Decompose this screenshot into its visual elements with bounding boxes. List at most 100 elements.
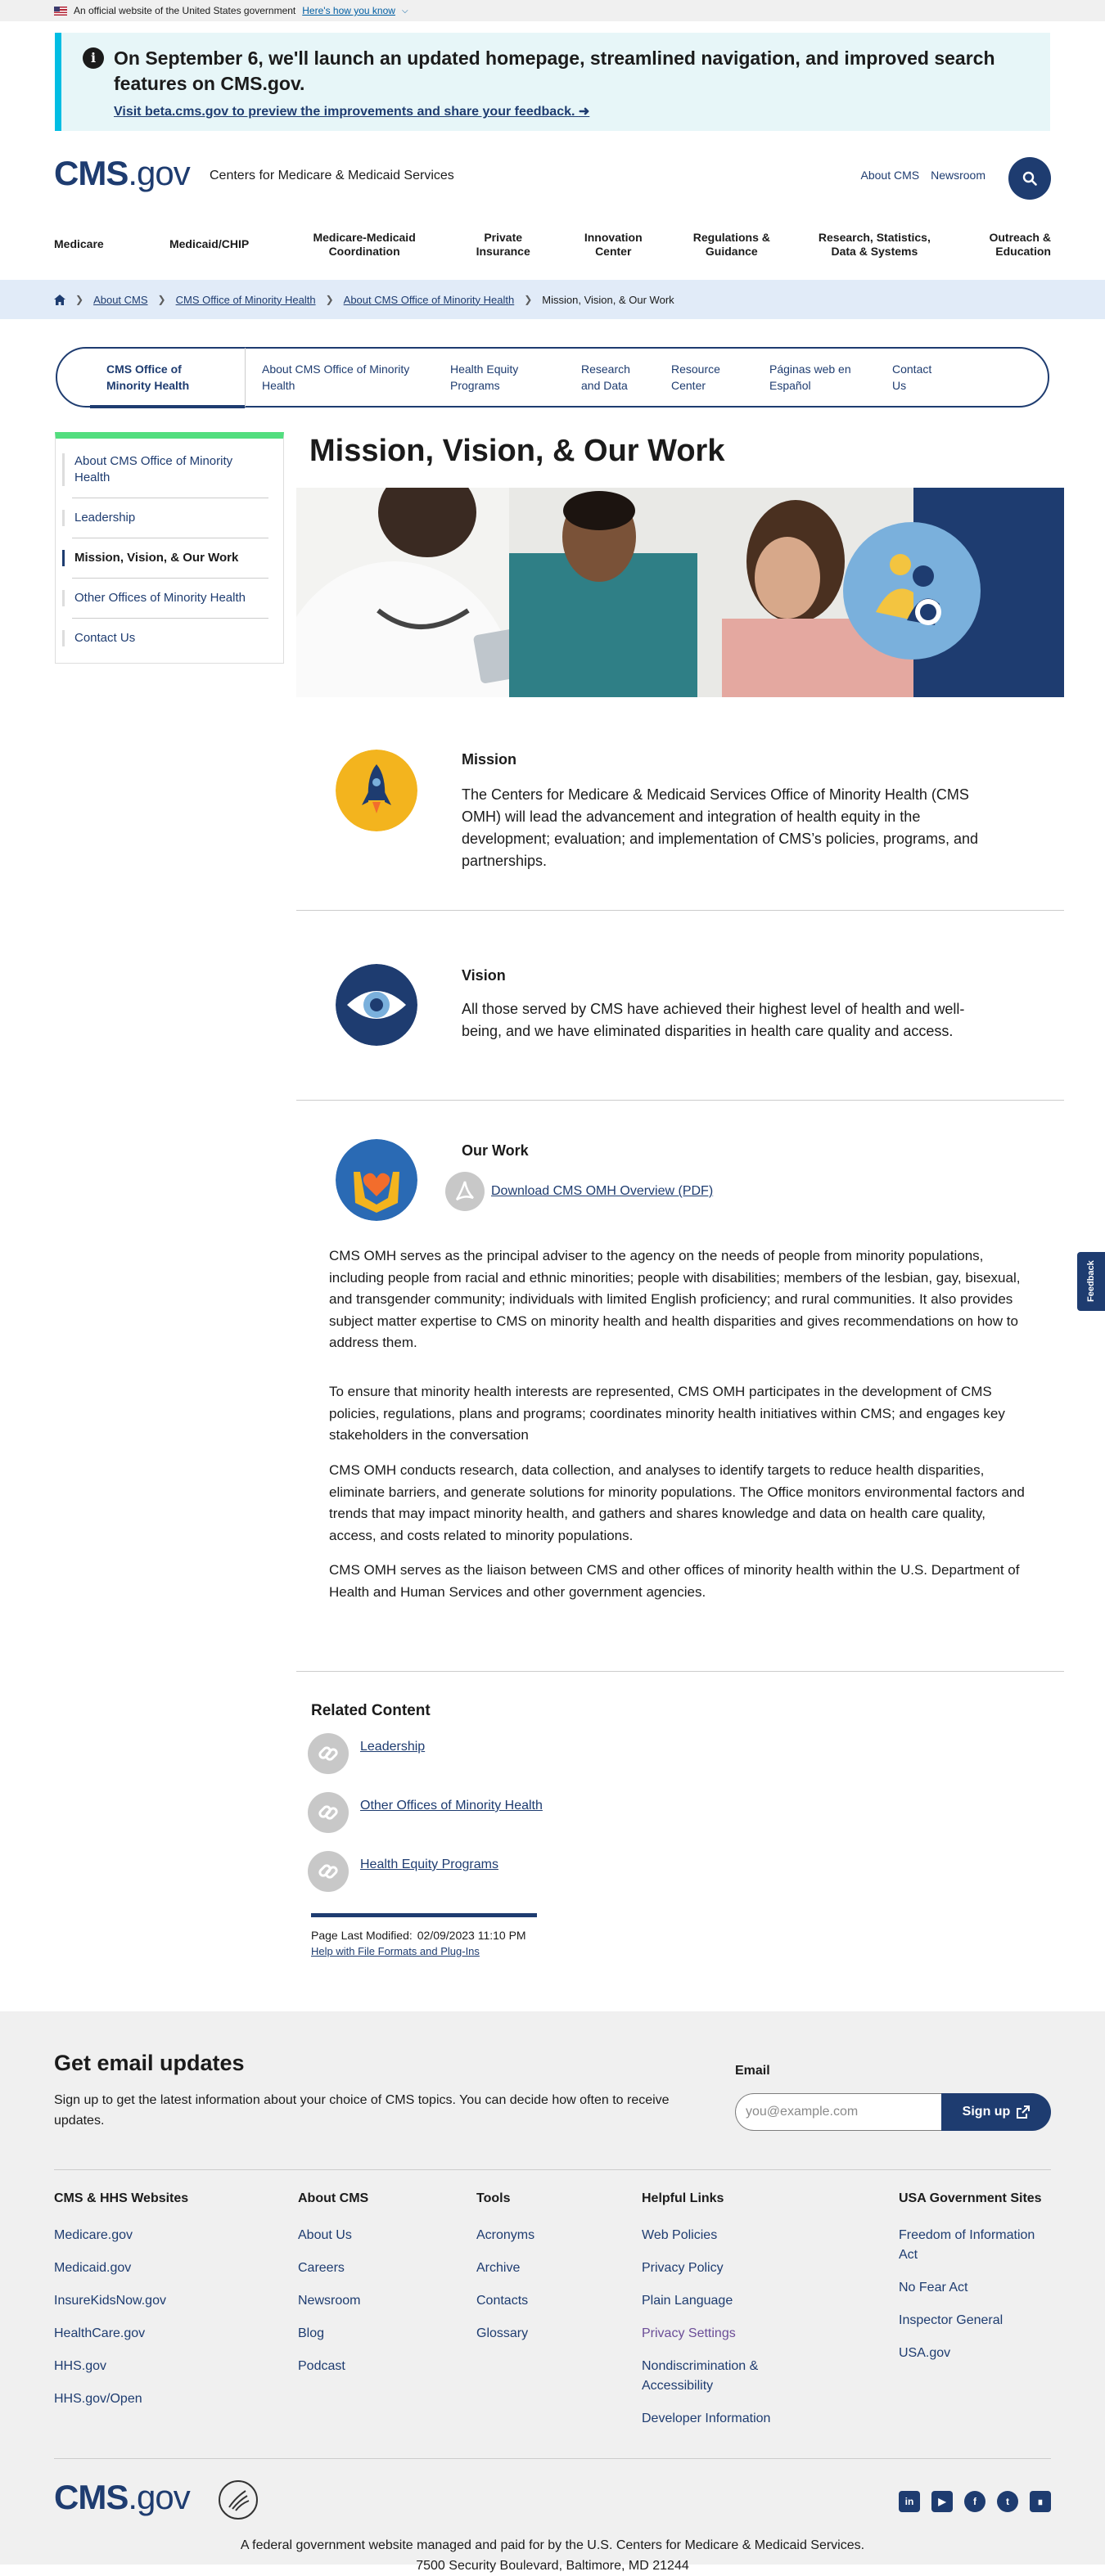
side-nav-contact[interactable]: Contact Us <box>62 630 268 646</box>
modified-date: 02/09/2023 11:10 PM <box>417 1929 526 1942</box>
mission-text: The Centers for Medicare & Medicaid Serv… <box>462 786 979 869</box>
footer-link[interactable]: Blog <box>298 2324 445 2344</box>
section-tab-contact[interactable]: Contact Us <box>876 361 941 394</box>
home-icon[interactable] <box>54 294 65 305</box>
footer-col-helpful: Helpful Links Web Policies Privacy Polic… <box>642 2191 789 2442</box>
main-nav: Medicare Medicaid/CHIP Medicare-Medicaid… <box>0 209 1105 280</box>
twitter-icon[interactable]: t <box>997 2491 1018 2512</box>
side-nav-leadership[interactable]: Leadership <box>62 510 268 526</box>
footer-link[interactable]: Inspector General <box>899 2311 1054 2331</box>
logo-bold: CMS <box>54 2478 129 2516</box>
footer-link[interactable]: HHS.gov/Open <box>54 2389 267 2409</box>
section-tab-research-data[interactable]: Research and Data <box>565 361 655 394</box>
youtube-icon[interactable]: ▶ <box>931 2491 953 2512</box>
facebook-icon[interactable]: f <box>964 2491 985 2512</box>
search-button[interactable] <box>1008 157 1051 200</box>
divider <box>296 910 1064 911</box>
cms-logo[interactable]: CMS.gov <box>54 154 191 193</box>
footer-link[interactable]: About Us <box>298 2226 445 2245</box>
side-nav-other-offices[interactable]: Other Offices of Minority Health <box>62 590 268 606</box>
nav-regulations-guidance[interactable]: Regulations & Guidance <box>687 231 777 259</box>
nav-research-statistics[interactable]: Research, Statistics, Data & Systems <box>813 231 936 259</box>
footer-disclaimer: A federal government website managed and… <box>240 2538 865 2552</box>
email-field[interactable] <box>735 2093 943 2131</box>
nav-medicaid-chip[interactable]: Medicaid/CHIP <box>156 231 263 251</box>
section-tab-about-omh[interactable]: About CMS Office of Minority Health <box>246 361 434 394</box>
side-divider <box>72 578 268 579</box>
related-item[interactable]: Health Equity Programs <box>308 1851 498 1892</box>
file-formats-help-link[interactable]: Help with File Formats and Plug-Ins <box>311 1945 537 1957</box>
nav-private-insurance[interactable]: Private Insurance <box>467 231 540 259</box>
nav-medicare[interactable]: Medicare <box>54 231 120 251</box>
page-title: Mission, Vision, & Our Work <box>309 434 725 468</box>
pdf-download[interactable]: Download CMS OMH Overview (PDF) <box>445 1172 713 1211</box>
our-work-heading: Our Work <box>462 1142 529 1159</box>
footer-link[interactable]: Archive <box>476 2259 607 2278</box>
section-tab-cms-omh[interactable]: CMS Office of Minority Health <box>90 348 246 408</box>
footer-col-title: CMS & HHS Websites <box>54 2191 189 2205</box>
nav-medicare-medicaid-coordination[interactable]: Medicare-Medicaid Coordination <box>299 231 430 259</box>
heres-how-you-know-link[interactable]: Here's how you know <box>302 5 395 16</box>
breadcrumb-cms-omh[interactable]: CMS Office of Minority Health <box>176 294 316 306</box>
section-tab-espanol[interactable]: Páginas web en Español <box>753 361 876 394</box>
eye-icon <box>336 964 417 1046</box>
section-tab-resource-center[interactable]: Resource Center <box>655 361 753 394</box>
footer-link[interactable]: Freedom of Information Act <box>899 2226 1054 2265</box>
footer-col-title: USA Government Sites <box>899 2191 1042 2205</box>
footer-link[interactable]: HealthCare.gov <box>54 2324 267 2344</box>
related-item[interactable]: Other Offices of Minority Health <box>308 1792 543 1833</box>
pdf-download-link[interactable]: Download CMS OMH Overview (PDF) <box>491 1184 713 1199</box>
chevron-right-icon: ❯ <box>524 294 533 305</box>
footer-link[interactable]: Podcast <box>298 2357 445 2376</box>
gov-banner: An official website of the United States… <box>0 0 1105 21</box>
footer-col-title: Tools <box>476 2191 511 2205</box>
footer-link[interactable]: Nondiscrimination & Accessibility <box>642 2357 789 2396</box>
utility-link-newsroom[interactable]: Newsroom <box>931 169 985 182</box>
breadcrumb-about-cms[interactable]: About CMS <box>93 294 147 306</box>
footer-link[interactable]: Careers <box>298 2259 445 2278</box>
footer-divider <box>54 2458 1051 2459</box>
footer-link[interactable]: Plain Language <box>642 2291 789 2311</box>
footer-link[interactable]: Contacts <box>476 2291 607 2311</box>
footer-link[interactable]: USA.gov <box>899 2344 1054 2363</box>
sign-up-button[interactable]: Sign up <box>941 2093 1051 2131</box>
footer-link[interactable]: Medicare.gov <box>54 2226 267 2245</box>
related-link-other-offices[interactable]: Other Offices of Minority Health <box>360 1799 543 1813</box>
footer-divider <box>54 2169 1051 2170</box>
footer-link[interactable]: Web Policies <box>642 2226 789 2245</box>
related-item[interactable]: Leadership <box>308 1733 425 1774</box>
footer-link[interactable]: InsureKidsNow.gov <box>54 2291 267 2311</box>
nav-outreach-education[interactable]: Outreach & Education <box>972 231 1050 259</box>
chevron-right-icon: ❯ <box>325 294 334 305</box>
related-link-health-equity[interactable]: Health Equity Programs <box>360 1858 498 1872</box>
external-link-icon <box>1017 2105 1031 2119</box>
linkedin-icon[interactable]: in <box>899 2491 920 2512</box>
utility-link-about[interactable]: About CMS <box>861 169 920 182</box>
section-tab-health-equity[interactable]: Health Equity Programs <box>434 361 565 394</box>
footer-link[interactable]: Acronyms <box>476 2226 607 2245</box>
site-alert: i On September 6, we'll launch an update… <box>55 33 1050 131</box>
footer-link[interactable]: No Fear Act <box>899 2278 1054 2298</box>
related-link-leadership[interactable]: Leadership <box>360 1740 425 1754</box>
footer-link[interactable]: Medicaid.gov <box>54 2259 267 2278</box>
hero-photo <box>296 488 913 697</box>
footer-link[interactable]: Privacy Settings <box>642 2324 789 2344</box>
footer-link[interactable]: Newsroom <box>298 2291 445 2311</box>
feedback-tab[interactable]: Feedback <box>1077 1252 1105 1311</box>
modified-label: Page Last Modified: <box>311 1929 413 1942</box>
side-nav-about-omh[interactable]: About CMS Office of Minority Health <box>62 453 268 486</box>
nav-innovation-center[interactable]: Innovation Center <box>576 231 650 259</box>
footer-link[interactable]: Developer Information <box>642 2409 789 2429</box>
footer-link[interactable]: Privacy Policy <box>642 2259 789 2278</box>
sign-up-label: Sign up <box>962 2105 1011 2119</box>
alert-link[interactable]: Visit beta.cms.gov to preview the improv… <box>114 103 589 119</box>
footer-address: A federal government website managed and… <box>0 2535 1105 2576</box>
footer-cms-logo[interactable]: CMS.gov <box>54 2478 191 2517</box>
side-nav-mission[interactable]: Mission, Vision, & Our Work <box>62 550 268 566</box>
chevron-down-icon[interactable]: ⌵ <box>402 7 408 16</box>
footer-link[interactable]: Glossary <box>476 2324 607 2344</box>
hhs-seal-icon[interactable] <box>218 2479 259 2520</box>
rss-icon[interactable]: ∎ <box>1030 2491 1051 2512</box>
footer-link[interactable]: HHS.gov <box>54 2357 267 2376</box>
breadcrumb-about-omh[interactable]: About CMS Office of Minority Health <box>344 294 515 306</box>
